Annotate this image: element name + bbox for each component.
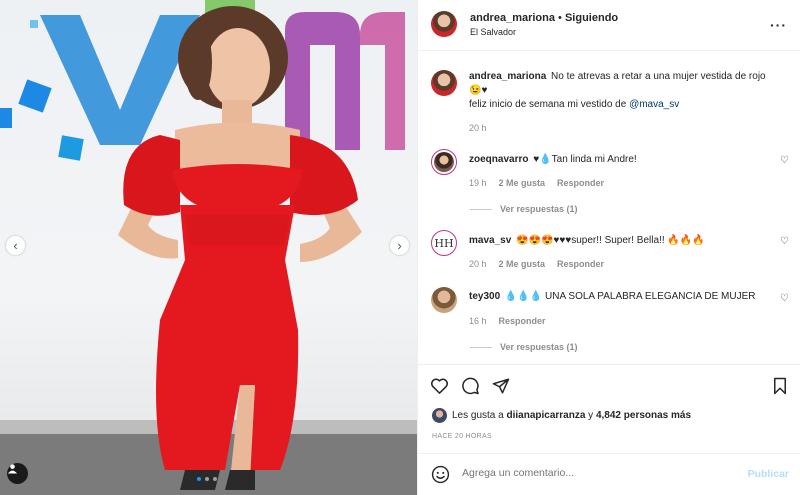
post-actions: Les gusta a diianapicarranza y 4,842 per… [418,364,800,450]
carousel-dot [205,477,209,481]
view-replies-label: Ver respuestas (1) [500,204,578,214]
post-timestamp[interactable]: HACE 20 HORAS [432,433,492,440]
emoji-icon[interactable] [431,465,450,484]
user-icon [7,464,18,474]
view-replies-button[interactable]: Ver respuestas (1) [470,204,578,214]
comment-username[interactable]: tey300 [469,291,500,302]
post-details-panel: andrea_mariona • Siguiendo El Salvador ·… [417,0,800,495]
like-comment-icon[interactable]: ♡ [780,236,789,247]
caption-time[interactable]: 20 h [469,123,487,133]
comment-icon[interactable] [461,377,480,395]
comment-meta: 20 h 2 Me gusta Responder [469,259,604,269]
post-photo[interactable]: ‹ › [0,0,417,495]
chevron-left-icon: ‹ [13,238,18,253]
follow-status-button[interactable]: Siguiendo [565,12,618,24]
comment-username[interactable]: zoeqnavarro [469,154,528,165]
caption-author-avatar[interactable] [431,70,457,96]
comment-text: zoeqnavarro ♥💧Tan linda mi Andre! [469,153,774,167]
tagged-users-button[interactable] [7,463,28,484]
comment-meta: 19 h 2 Me gusta Responder [469,178,604,188]
likes-connector: y [585,410,596,421]
bookmark-icon[interactable] [772,377,788,395]
carousel-dot-active [197,477,201,481]
more-options-icon[interactable]: ··· [770,17,787,33]
liker-avatar[interactable] [432,408,447,423]
likes-prefix: Les gusta a [452,410,507,421]
reply-button[interactable]: Responder [557,259,604,269]
comment-username[interactable]: mava_sv [469,235,511,246]
add-comment-bar: Publicar [418,453,800,495]
comment-time[interactable]: 16 h [469,316,487,326]
reply-button[interactable]: Responder [557,178,604,188]
comment-input[interactable] [462,467,732,479]
caption-username[interactable]: andrea_mariona [469,71,546,82]
comment-likes[interactable]: 2 Me gusta [499,178,546,188]
like-comment-icon[interactable]: ♡ [780,155,789,166]
comment-body: 😍😍😍♥♥♥super!! Super! Bella!! 🔥🔥🔥 [516,235,705,246]
caption-text: andrea_mariona No te atrevas a retar a u… [469,70,774,112]
author-line: andrea_mariona • Siguiendo [470,12,618,24]
share-icon[interactable] [492,377,510,395]
view-replies-button[interactable]: Ver respuestas (1) [470,342,578,352]
likes-others-link[interactable]: 4,842 personas más [596,410,691,421]
carousel-next-button[interactable]: › [390,236,409,255]
caption-mention-link[interactable]: @mava_sv [629,99,679,110]
carousel-dots [197,477,217,481]
view-replies-label: Ver respuestas (1) [500,342,578,352]
separator-dot: • [558,12,562,24]
comment-time[interactable]: 20 h [469,259,487,269]
chevron-right-icon: › [397,238,402,253]
comment-text: tey300 💧💧💧 UNA SOLA PALABRA ELEGANCIA DE… [469,290,774,304]
backdrop-v-logo [40,15,200,145]
comment-body: ♥💧Tan linda mi Andre! [533,154,637,165]
author-avatar[interactable] [431,11,457,37]
comment-body: 💧💧💧 UNA SOLA PALABRA ELEGANCIA DE MUJER [504,291,756,302]
like-comment-icon[interactable]: ♡ [780,293,789,304]
comment-time[interactable]: 19 h [469,178,487,188]
author-username[interactable]: andrea_mariona [470,12,555,24]
comment-avatar[interactable] [431,149,457,175]
comment-likes[interactable]: 2 Me gusta [499,259,546,269]
reply-button[interactable]: Responder [499,316,546,326]
replies-divider [470,208,492,210]
replies-divider [470,346,492,348]
heart-icon[interactable] [430,377,449,395]
publish-button[interactable]: Publicar [748,468,789,480]
photo-illustration [0,0,417,495]
post-header: andrea_mariona • Siguiendo El Salvador ·… [418,0,800,51]
likes-first-user[interactable]: diianapicarranza [506,410,585,421]
comment-avatar[interactable] [431,287,457,313]
caption-meta: 20 h [469,123,487,133]
comment-avatar[interactable]: HH [431,230,457,256]
comments-list[interactable]: andrea_mariona No te atrevas a retar a u… [418,52,800,364]
carousel-prev-button[interactable]: ‹ [6,236,25,255]
likes-summary: Les gusta a diianapicarranza y 4,842 per… [452,410,691,421]
avatar-monogram: HH [434,233,454,253]
comment-text: mava_sv 😍😍😍♥♥♥super!! Super! Bella!! 🔥🔥🔥 [469,234,774,248]
carousel-dot [213,477,217,481]
location-link[interactable]: El Salvador [470,27,516,37]
caption-line2: feliz inicio de semana mi vestido de [469,99,630,110]
comment-meta: 16 h Responder [469,316,546,326]
